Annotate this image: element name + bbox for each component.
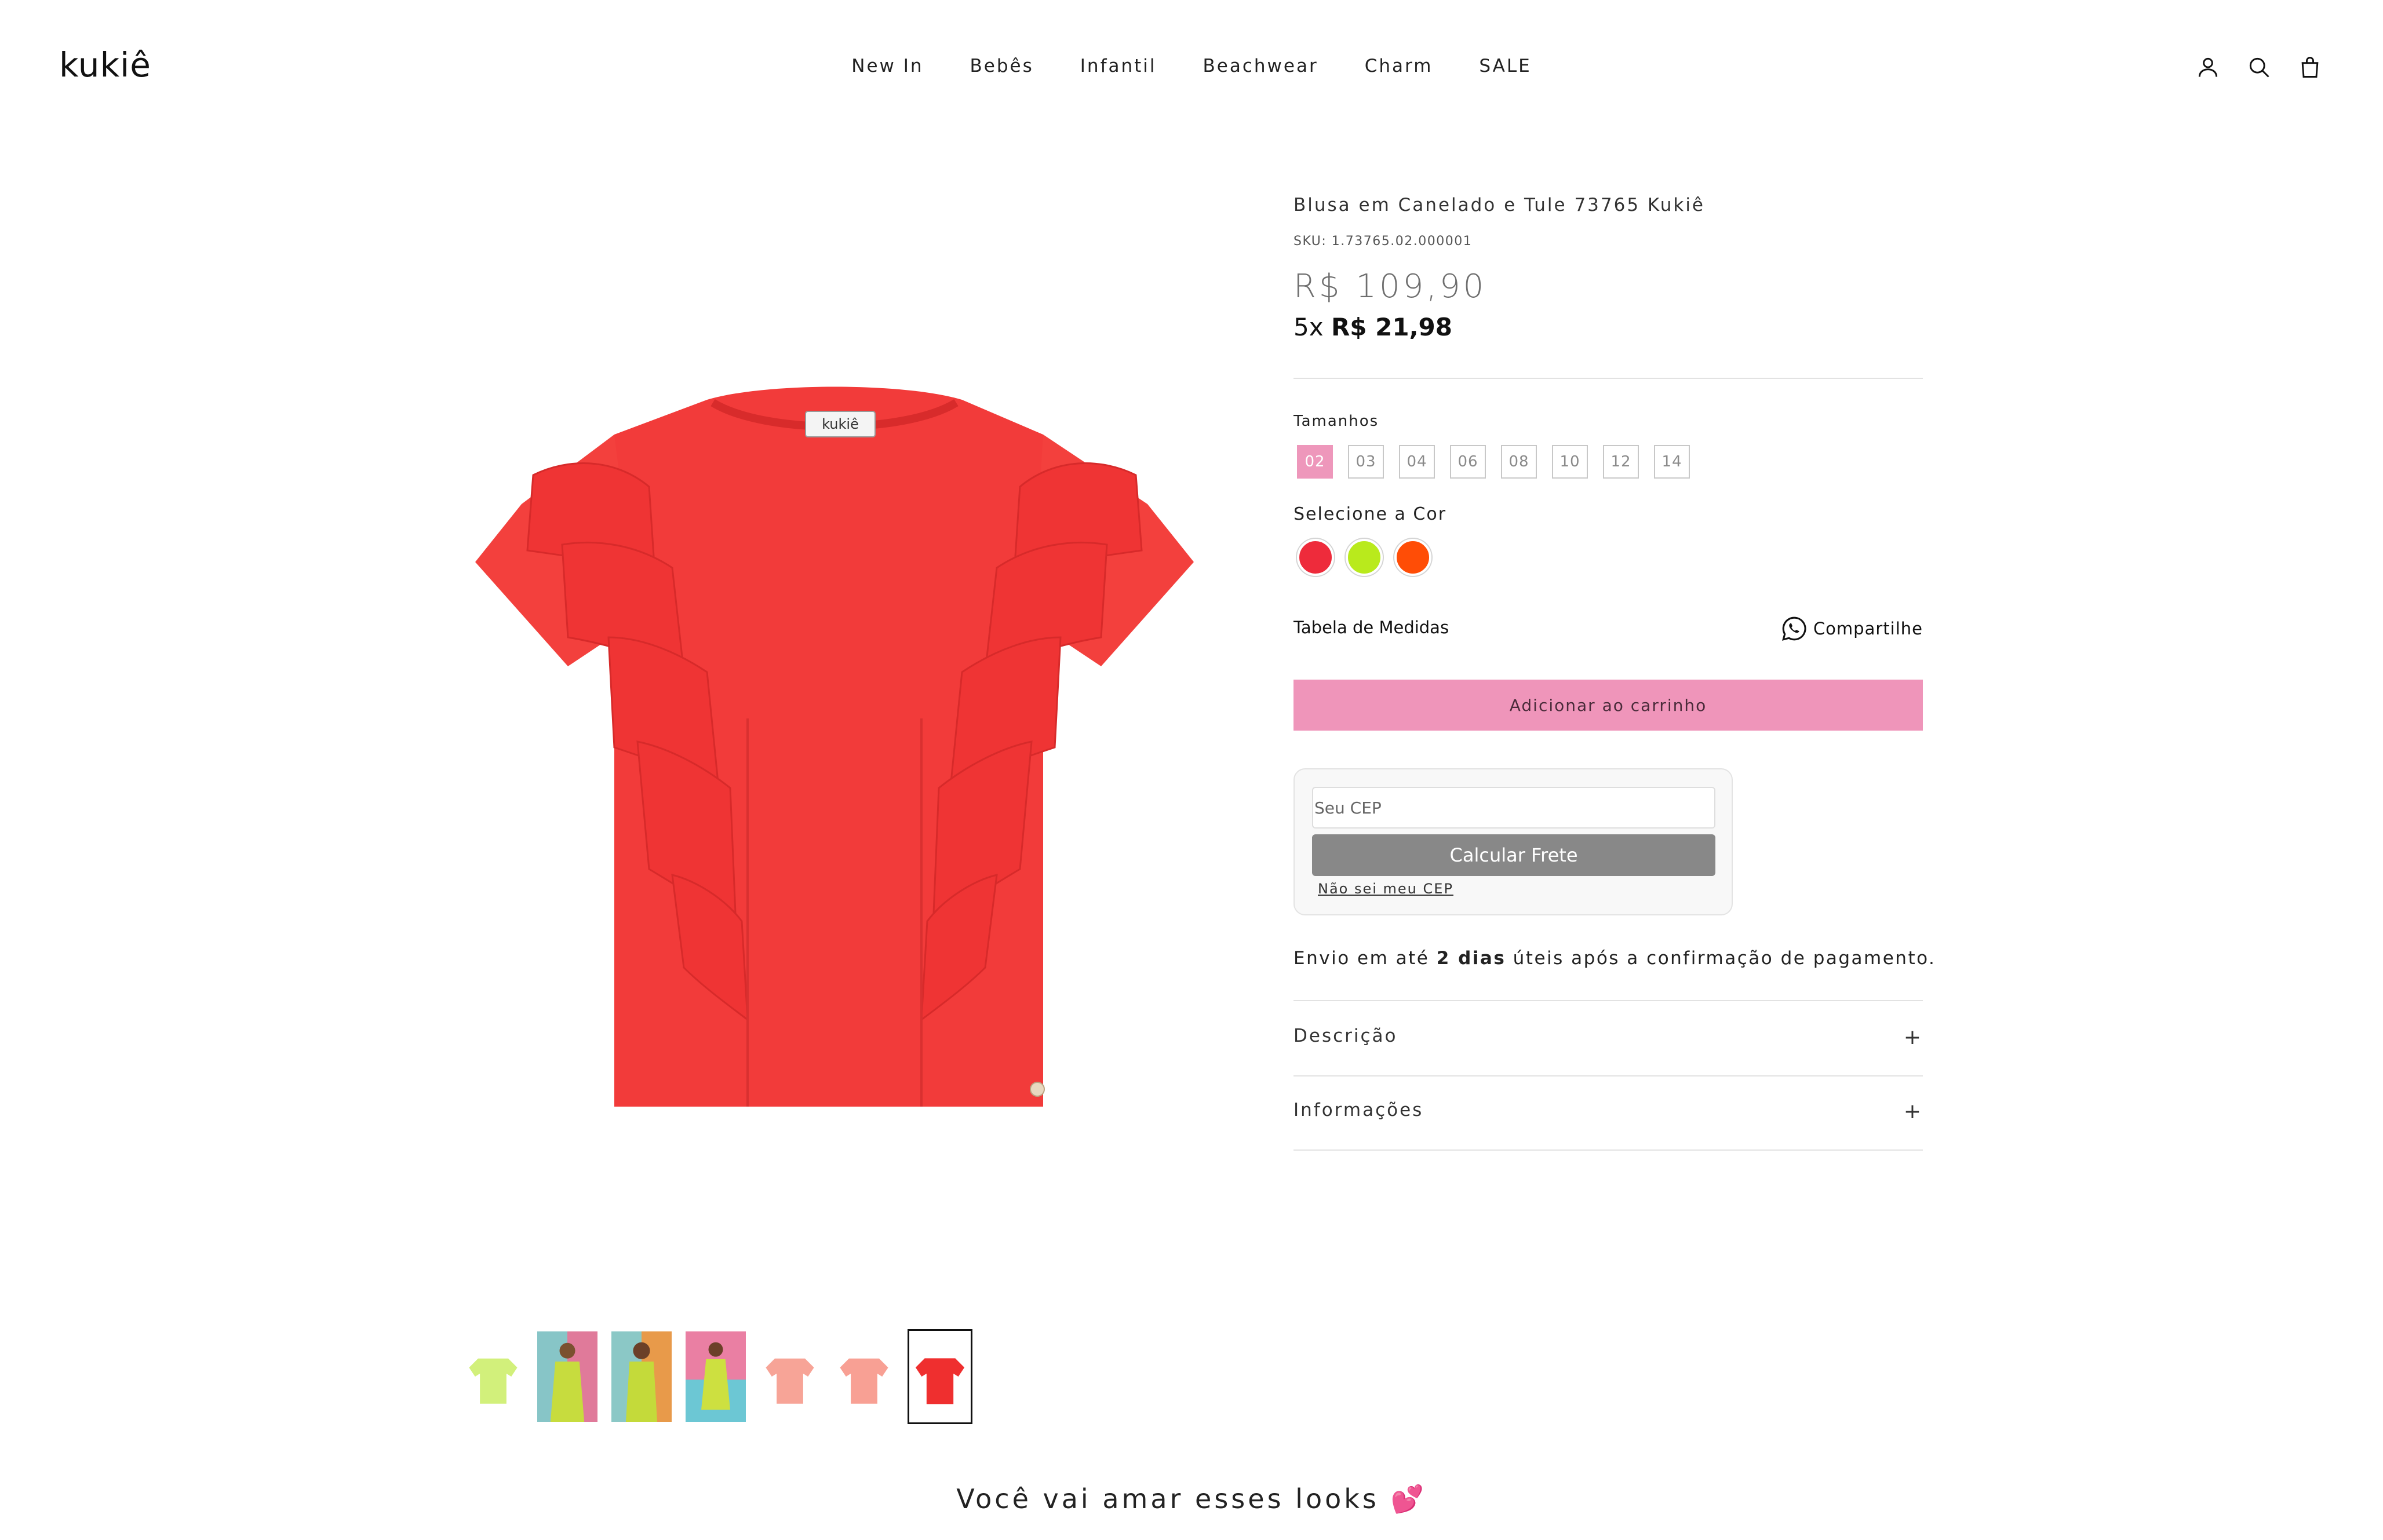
nav-item-new-in[interactable]: New In bbox=[851, 56, 923, 76]
installments: 5x R$ 21,98 bbox=[1293, 313, 1452, 341]
installments-count: 5x bbox=[1293, 313, 1324, 341]
shipping-info-suffix: úteis após a confirmação de pagamento. bbox=[1513, 948, 1936, 969]
nav-item-sale[interactable]: SALE bbox=[1479, 56, 1531, 76]
product-thumbnails bbox=[462, 1329, 972, 1424]
divider bbox=[1293, 378, 1923, 379]
shipping-info-prefix: Envio em até bbox=[1293, 948, 1430, 969]
unknown-cep-link[interactable]: Não sei meu CEP bbox=[1318, 881, 1453, 897]
shipping-calculator: Calcular Frete Não sei meu CEP bbox=[1293, 768, 1733, 915]
shipping-info-days: 2 dias bbox=[1436, 948, 1506, 969]
nav-item-charm[interactable]: Charm bbox=[1365, 56, 1433, 76]
size-selector: 02 03 04 06 08 10 12 14 bbox=[1297, 445, 1690, 479]
size-option-04[interactable]: 04 bbox=[1399, 445, 1435, 479]
sizes-label: Tamanhos bbox=[1293, 413, 1379, 430]
size-option-03[interactable]: 03 bbox=[1348, 445, 1384, 479]
color-swatch-orange[interactable] bbox=[1394, 539, 1431, 576]
plus-icon: + bbox=[1903, 1026, 1923, 1049]
thumbnail-3[interactable] bbox=[611, 1331, 672, 1422]
divider bbox=[1293, 1000, 1923, 1001]
product-title: Blusa em Canelado e Tule 73765 Kukiê bbox=[1293, 195, 1706, 216]
recommendations-title: Você vai amar esses looks 💕 bbox=[956, 1483, 1427, 1515]
size-option-12[interactable]: 12 bbox=[1603, 445, 1639, 479]
accordion-description-label: Descrição bbox=[1293, 1026, 1398, 1046]
size-option-02[interactable]: 02 bbox=[1297, 445, 1333, 479]
thumbnail-4[interactable] bbox=[685, 1331, 746, 1422]
product-sku: SKU: 1.73765.02.000001 bbox=[1293, 234, 1473, 249]
plus-icon: + bbox=[1903, 1100, 1923, 1123]
search-icon[interactable] bbox=[2245, 53, 2273, 81]
size-option-10[interactable]: 10 bbox=[1552, 445, 1588, 479]
header-actions bbox=[2194, 53, 2324, 81]
product-price: R$ 109,90 bbox=[1293, 268, 1487, 305]
nav-item-infantil[interactable]: Infantil bbox=[1080, 56, 1157, 76]
thumbnail-7-selected[interactable] bbox=[908, 1329, 972, 1424]
divider bbox=[1293, 1149, 1923, 1151]
share-label: Compartilhe bbox=[1813, 619, 1923, 638]
accordion-information-label: Informações bbox=[1293, 1100, 1424, 1121]
color-swatch-lime[interactable] bbox=[1346, 539, 1383, 576]
divider bbox=[1293, 1075, 1923, 1076]
add-to-cart-button[interactable]: Adicionar ao carrinho bbox=[1293, 680, 1923, 731]
account-icon[interactable] bbox=[2194, 53, 2222, 81]
whatsapp-icon bbox=[1781, 616, 1806, 641]
size-chart-link[interactable]: Tabela de Medidas bbox=[1293, 618, 1449, 637]
bag-icon[interactable] bbox=[2296, 53, 2324, 81]
product-main-image[interactable]: kukiê bbox=[464, 371, 1205, 1124]
neck-tag-label: kukiê bbox=[822, 416, 859, 432]
shipping-info: Envio em até 2 dias úteis após a confirm… bbox=[1293, 948, 1936, 969]
color-selector bbox=[1297, 539, 1431, 576]
installments-value: R$ 21,98 bbox=[1331, 313, 1452, 341]
nav-item-bebes[interactable]: Bebês bbox=[970, 56, 1034, 76]
thumbnail-5[interactable] bbox=[759, 1331, 821, 1422]
thumbnail-6[interactable] bbox=[833, 1331, 895, 1422]
color-label: Selecione a Cor bbox=[1293, 504, 1447, 524]
share-whatsapp-button[interactable]: Compartilhe bbox=[1780, 614, 1923, 643]
nav-item-beachwear[interactable]: Beachwear bbox=[1203, 56, 1318, 76]
accordion-description[interactable]: Descrição + bbox=[1293, 1026, 1923, 1049]
main-nav: New In Bebês Infantil Beachwear Charm SA… bbox=[0, 56, 2383, 76]
thumbnail-2[interactable] bbox=[537, 1331, 598, 1422]
thumbnail-1[interactable] bbox=[462, 1331, 524, 1422]
cep-input[interactable] bbox=[1312, 787, 1715, 829]
size-option-14[interactable]: 14 bbox=[1654, 445, 1690, 479]
size-option-06[interactable]: 06 bbox=[1450, 445, 1486, 479]
color-swatch-red[interactable] bbox=[1297, 539, 1334, 576]
size-option-08[interactable]: 08 bbox=[1501, 445, 1537, 479]
calculate-shipping-button[interactable]: Calcular Frete bbox=[1312, 834, 1715, 876]
accordion-information[interactable]: Informações + bbox=[1293, 1100, 1923, 1123]
